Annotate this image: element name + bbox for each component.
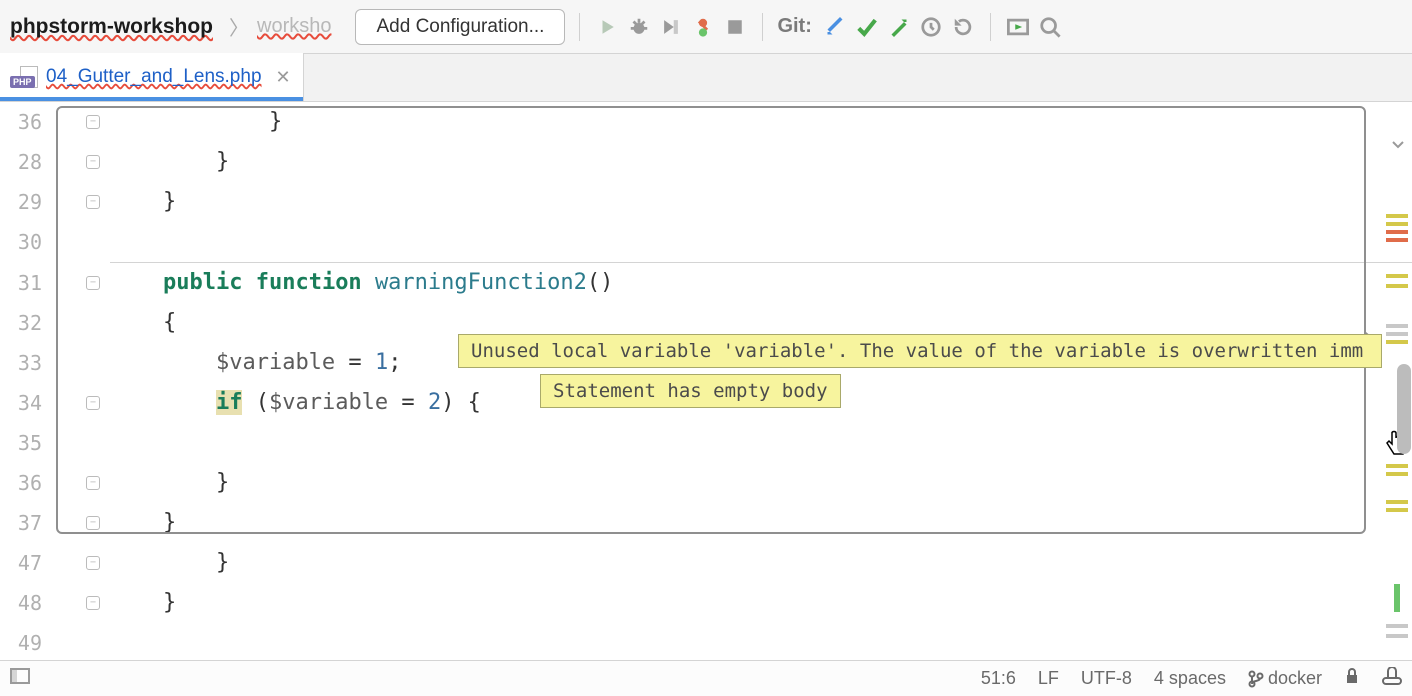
run-icon[interactable] (594, 14, 620, 40)
fold-icon[interactable]: − (86, 396, 100, 410)
error-stripe[interactable] (1384, 154, 1412, 662)
editor-tabs: PHP 04_Gutter_and_Lens.php ✕ (0, 54, 1412, 102)
line-number: 36 (0, 463, 50, 503)
line-number: 30 (0, 222, 50, 262)
search-icon[interactable] (1037, 14, 1063, 40)
coverage-icon[interactable] (658, 14, 684, 40)
run-configuration-selector[interactable]: Add Configuration... (355, 9, 565, 45)
line-number: 35 (0, 423, 50, 463)
git-branch[interactable]: docker (1248, 668, 1322, 689)
git-history-icon[interactable] (918, 14, 944, 40)
line-number: 34 (0, 383, 50, 423)
fold-icon[interactable]: − (86, 516, 100, 530)
separator (762, 13, 763, 41)
fold-icon[interactable]: − (86, 195, 100, 209)
breadcrumb-root[interactable]: phpstorm-workshop (10, 15, 213, 39)
caret-position[interactable]: 51:6 (981, 668, 1016, 689)
fold-icon[interactable]: − (86, 556, 100, 570)
debug-icon[interactable] (626, 14, 652, 40)
inspection-tooltip-empty-body: Statement has empty body (540, 374, 841, 408)
breadcrumb-child[interactable]: worksho (257, 15, 331, 38)
inspection-profile-icon[interactable] (1382, 667, 1402, 690)
separator (990, 13, 991, 41)
tab-file[interactable]: PHP 04_Gutter_and_Lens.php ✕ (0, 53, 304, 101)
separator (579, 13, 580, 41)
line-number: 47 (0, 543, 50, 583)
git-label: Git: (777, 15, 811, 38)
line-separator[interactable]: LF (1038, 668, 1059, 689)
file-encoding[interactable]: UTF-8 (1081, 668, 1132, 689)
line-number: 33 (0, 343, 50, 383)
fold-icon[interactable]: − (86, 115, 100, 129)
scroll-thumb[interactable] (1397, 364, 1411, 454)
line-number: 28 (0, 142, 50, 182)
inspection-tooltip-unused: Unused local variable 'variable'. The va… (458, 334, 1382, 368)
line-number: 49 (0, 623, 50, 662)
stop-icon[interactable] (722, 14, 748, 40)
indent-settings[interactable]: 4 spaces (1154, 668, 1226, 689)
status-bar: 51:6 LF UTF-8 4 spaces docker (0, 660, 1412, 696)
tab-title: 04_Gutter_and_Lens.php (46, 66, 262, 88)
line-number: 29 (0, 182, 50, 222)
run-debug-bug-icon[interactable] (690, 14, 716, 40)
close-icon[interactable]: ✕ (276, 67, 291, 88)
tool-window-toggle-icon[interactable] (10, 668, 30, 689)
main-toolbar: phpstorm-workshop 〉 worksho Add Configur… (0, 0, 1412, 54)
git-revert-icon[interactable] (950, 14, 976, 40)
fold-icon[interactable]: − (86, 276, 100, 290)
lock-icon[interactable] (1344, 667, 1360, 690)
php-file-icon: PHP (10, 66, 38, 88)
fold-icon[interactable]: − (86, 596, 100, 610)
line-number: 48 (0, 583, 50, 623)
run-target-icon[interactable] (1005, 14, 1031, 40)
git-pull-icon[interactable] (822, 14, 848, 40)
fold-icon[interactable]: − (86, 476, 100, 490)
line-number: 31 (0, 263, 50, 303)
git-push-icon[interactable] (886, 14, 912, 40)
line-number: 37 (0, 503, 50, 543)
fold-icon[interactable]: − (86, 155, 100, 169)
line-number: 36 (0, 102, 50, 142)
git-commit-icon[interactable] (854, 14, 880, 40)
line-number: 32 (0, 303, 50, 343)
breadcrumb-sep-icon: 〉 (229, 12, 249, 41)
